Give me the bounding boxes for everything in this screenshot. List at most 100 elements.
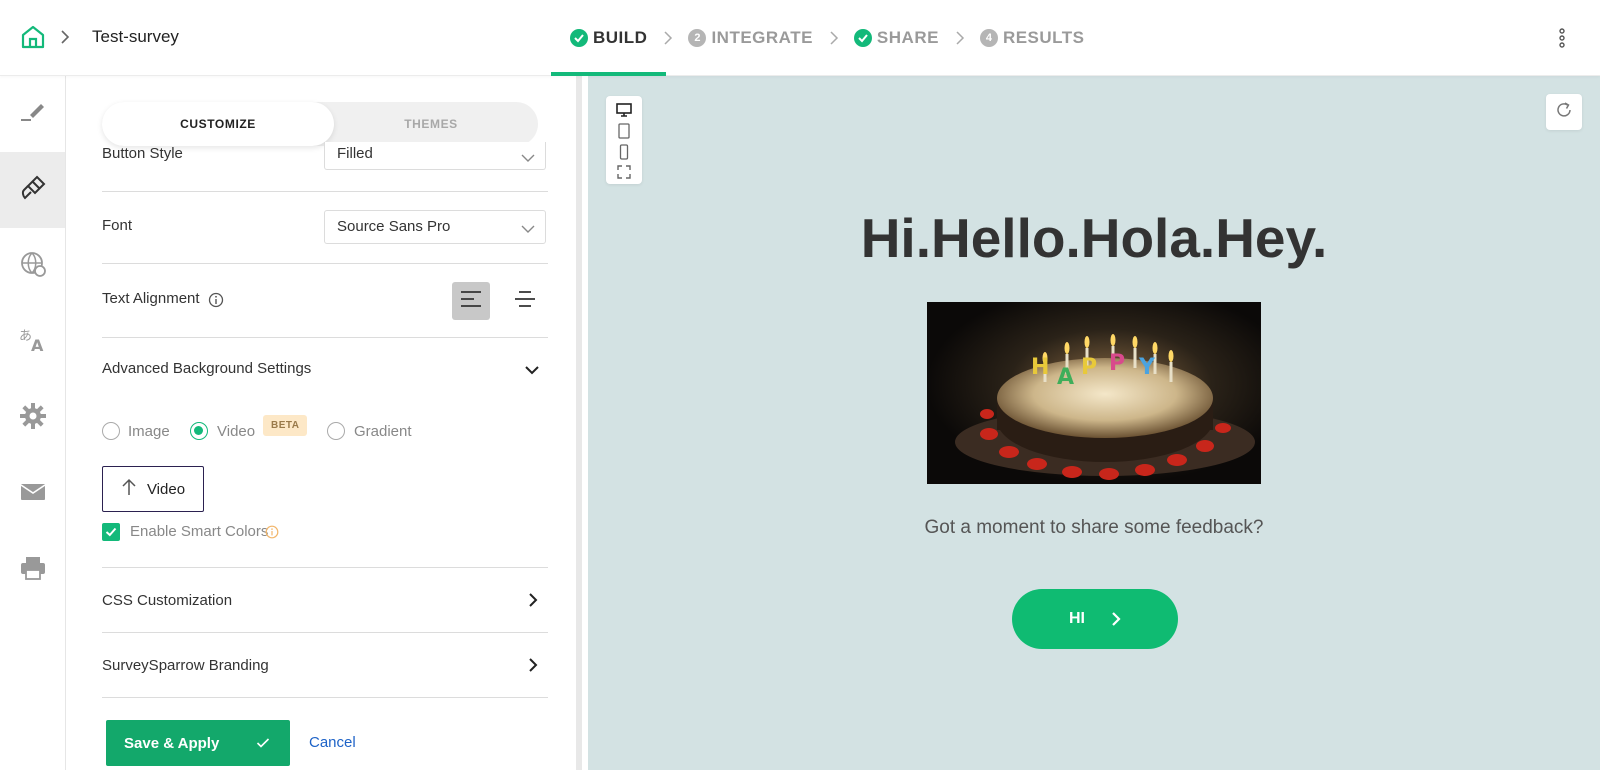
mobile-icon[interactable]	[615, 143, 633, 161]
customize-panel: THEMES CUSTOMIZE Button Style Filled Fon…	[66, 76, 582, 770]
align-left-icon	[460, 290, 482, 313]
mail-icon	[19, 481, 47, 508]
gear-icon	[19, 402, 47, 435]
step-integrate[interactable]: 2 INTEGRATE	[686, 0, 814, 76]
image-letter: H	[1031, 355, 1049, 380]
css-customization-label[interactable]: CSS Customization	[102, 592, 232, 609]
image-letter: Y	[1138, 355, 1156, 380]
image-letter: A	[1057, 365, 1074, 390]
tablet-icon[interactable]	[615, 122, 633, 140]
breadcrumb-chevron-icon	[60, 30, 70, 44]
desktop-icon[interactable]	[615, 101, 633, 119]
chevron-right-icon[interactable]	[525, 657, 541, 673]
rail-item-design[interactable]	[0, 152, 65, 228]
step-label: BUILD	[593, 28, 648, 47]
save-apply-button[interactable]: Save & Apply	[106, 720, 290, 766]
welcome-image: H A P P Y	[927, 302, 1261, 484]
upload-video-button[interactable]: Video	[102, 466, 204, 512]
rail-item-translate[interactable]: あA	[0, 304, 65, 380]
chevron-down-icon	[521, 221, 535, 233]
align-center-icon	[514, 290, 536, 313]
smart-colors-checkbox[interactable]	[102, 523, 120, 541]
divider	[102, 697, 548, 698]
home-icon[interactable]	[20, 24, 46, 50]
divider	[102, 337, 548, 338]
check-icon	[256, 738, 270, 748]
radio-video[interactable]	[190, 422, 208, 440]
check-icon	[570, 29, 588, 47]
button-style-label: Button Style	[102, 145, 183, 162]
branding-label[interactable]: SurveySparrow Branding	[102, 657, 269, 674]
radio-image[interactable]	[102, 422, 120, 440]
divider	[102, 567, 548, 568]
survey-name[interactable]: Test-survey	[92, 27, 179, 47]
divider	[102, 632, 548, 633]
info-icon[interactable]	[208, 292, 224, 308]
translate-icon: あA	[18, 326, 48, 359]
refresh-icon	[1555, 101, 1573, 124]
panel-tabs: THEMES CUSTOMIZE	[102, 102, 538, 146]
beta-badge: BETA	[263, 415, 308, 436]
smart-colors-label: Enable Smart Colors	[130, 523, 269, 540]
image-letter: P	[1109, 351, 1125, 376]
hi-button-label: HI	[1069, 610, 1085, 627]
rail-item-email[interactable]	[0, 456, 65, 532]
button-style-select[interactable]: Filled	[324, 142, 546, 170]
welcome-subtitle: Got a moment to share some feedback?	[924, 517, 1264, 538]
chevron-right-icon[interactable]	[525, 592, 541, 608]
step-label: INTEGRATE	[711, 28, 813, 47]
top-header: Test-survey BUILD 2 INTEGRATE SHARE 4 RE…	[0, 0, 1600, 76]
save-apply-label: Save & Apply	[124, 734, 220, 752]
step-label: RESULTS	[1002, 28, 1085, 47]
more-options-icon[interactable]	[1554, 28, 1570, 48]
step-chevron-icon	[663, 31, 673, 45]
divider	[102, 263, 548, 264]
step-build[interactable]: BUILD	[550, 0, 668, 76]
step-navigation: BUILD 2 INTEGRATE SHARE 4 RESULTS	[550, 0, 1087, 76]
step-chevron-icon	[955, 31, 965, 45]
rail-item-settings[interactable]	[0, 380, 65, 456]
tab-customize[interactable]: CUSTOMIZE	[102, 102, 334, 146]
chevron-down-icon[interactable]	[524, 362, 540, 378]
upload-video-label: Video	[146, 480, 186, 498]
survey-preview: Hi.Hello.Hola.Hey. H A P P Y Got a momen…	[588, 76, 1600, 770]
fullscreen-icon[interactable]	[615, 163, 633, 181]
chevron-right-icon	[1112, 612, 1121, 626]
font-label: Font	[102, 217, 133, 234]
step-results[interactable]: 4 RESULTS	[978, 0, 1087, 76]
welcome-title: Hi.Hello.Hola.Hey.	[860, 207, 1328, 269]
globe-icon	[19, 250, 47, 283]
button-style-value: Filled	[337, 145, 373, 162]
hi-button[interactable]: HI	[1012, 589, 1178, 649]
font-select[interactable]: Source Sans Pro	[324, 210, 546, 244]
text-alignment-label: Text Alignment	[102, 290, 200, 307]
align-center-button[interactable]	[506, 282, 544, 320]
align-left-button[interactable]	[452, 282, 490, 320]
chevron-down-icon	[521, 150, 535, 162]
advanced-bg-label[interactable]: Advanced Background Settings	[102, 360, 311, 377]
step-number-badge: 2	[688, 29, 707, 47]
rail-item-print[interactable]	[0, 532, 65, 608]
step-label: SHARE	[876, 28, 939, 47]
radio-gradient-label: Gradient	[354, 423, 412, 440]
rail-item-edit[interactable]	[0, 76, 65, 152]
tab-themes[interactable]: THEMES	[324, 102, 538, 146]
rail-item-language[interactable]	[0, 228, 65, 304]
device-toggle	[606, 96, 642, 184]
radio-video-label: Video	[217, 423, 256, 440]
paint-brush-icon	[19, 174, 47, 207]
step-number-badge: 4	[979, 29, 998, 47]
image-letter: P	[1081, 355, 1097, 380]
left-rail: あA	[0, 76, 66, 770]
cancel-link[interactable]: Cancel	[309, 734, 356, 751]
check-icon	[853, 29, 872, 47]
radio-gradient[interactable]	[327, 422, 345, 440]
refresh-button[interactable]	[1546, 94, 1582, 130]
print-icon	[19, 554, 47, 587]
radio-image-label: Image	[128, 423, 170, 440]
pencil-icon	[19, 100, 47, 129]
svg-text:A: A	[31, 336, 44, 354]
info-icon[interactable]	[265, 525, 279, 539]
step-share[interactable]: SHARE	[852, 0, 941, 76]
divider	[102, 191, 548, 192]
